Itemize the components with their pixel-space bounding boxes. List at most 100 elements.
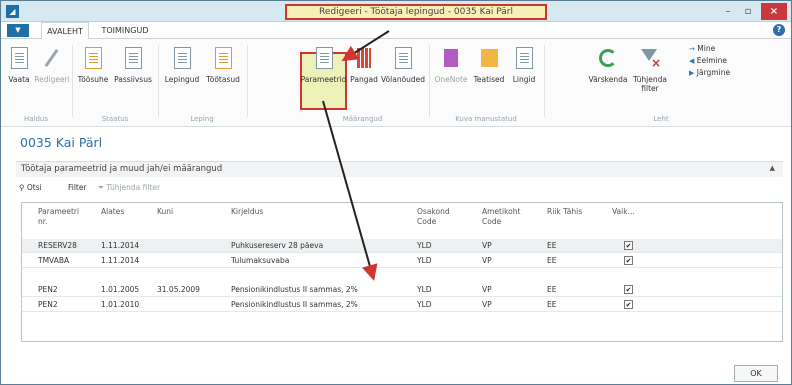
go-to-label: Mine xyxy=(697,44,716,53)
claims-icon xyxy=(390,46,416,72)
employment-button[interactable]: Töösuhe xyxy=(75,43,111,103)
cell-position: VP xyxy=(482,285,492,294)
salaries-button[interactable]: Töötasud xyxy=(203,43,243,103)
group-divider xyxy=(429,45,430,117)
ribbon: Vaata Redigeeri Haldus Töösuhe Passiivsu… xyxy=(1,39,791,127)
fasttab-header[interactable]: Töötaja parameetrid ja muud jah/ei määra… xyxy=(16,161,783,177)
find-label: Otsi xyxy=(26,183,42,192)
tab-avaleht[interactable]: AVALEHT xyxy=(41,22,89,40)
refresh-label: Värskenda xyxy=(588,75,628,84)
col-header-country[interactable]: Riik Tähis xyxy=(547,207,582,217)
cell-from: 1.01.2010 xyxy=(101,300,140,309)
default-checkbox[interactable]: ✔ xyxy=(624,285,633,294)
previous-icon: ◀ xyxy=(689,57,695,65)
col-header-param[interactable]: Parameetri nr. xyxy=(38,207,79,227)
table-row[interactable]: PEN2 1.01.2010 Pensionikindlustus II sam… xyxy=(22,298,782,312)
next-icon: ▶ xyxy=(689,69,695,77)
edit-button[interactable]: Redigeeri xyxy=(33,43,71,103)
group-leping: Leping xyxy=(190,115,214,123)
title-bar: ◢ Redigeeri - Töötaja lepingud - 0035 Ka… xyxy=(1,1,791,22)
go-to-link[interactable]: → Mine xyxy=(689,43,730,55)
contracts-button[interactable]: Lepingud xyxy=(161,43,203,103)
cell-from: 1.01.2005 xyxy=(101,285,140,294)
col-header-dept[interactable]: Osakond Code xyxy=(417,207,450,227)
debt-claims-label: Võlanõuded xyxy=(381,75,426,84)
cell-dept: YLD xyxy=(417,241,432,250)
clear-filter-text: Tühjenda filter xyxy=(106,183,161,192)
edit-window: ◢ Redigeeri - Töötaja lepingud - 0035 Ka… xyxy=(0,0,792,385)
close-icon[interactable]: × xyxy=(761,3,787,20)
cell-param: PEN2 xyxy=(38,285,58,294)
salary-icon xyxy=(210,46,236,72)
group-maarangud: Määrangud xyxy=(342,115,383,123)
cell-param: PEN2 xyxy=(38,300,58,309)
header-text: Code xyxy=(482,217,502,226)
cell-position: VP xyxy=(482,256,492,265)
cell-description: Pensionikindlustus II sammas, 2% xyxy=(231,300,358,309)
cell-dept: YLD xyxy=(417,256,432,265)
app-icon: ◢ xyxy=(6,5,19,18)
clear-filter-label-2: filter xyxy=(641,84,659,93)
default-checkbox[interactable]: ✔ xyxy=(624,256,633,265)
col-header-default[interactable]: Vaik... xyxy=(612,207,635,217)
group-kuva-manustatud: Kuva manustatud xyxy=(455,115,517,123)
debt-claims-button[interactable]: Võlanõuded xyxy=(381,43,425,103)
banks-button[interactable]: Pangad xyxy=(347,43,381,103)
cell-dept: YLD xyxy=(417,285,432,294)
edit-label: Redigeeri xyxy=(34,75,70,84)
minimize-icon[interactable]: – xyxy=(719,3,737,20)
view-button[interactable]: Vaata xyxy=(3,43,35,103)
view-icon xyxy=(6,46,32,72)
parameters-icon xyxy=(311,46,337,72)
maximize-icon[interactable]: ▫ xyxy=(739,3,757,20)
passivity-button[interactable]: Passiivsus xyxy=(111,43,155,103)
chevron-up-icon[interactable]: ▲ xyxy=(770,164,775,172)
header-text: Osakond xyxy=(417,207,450,216)
tab-toimingud[interactable]: TOIMINGUD xyxy=(95,22,155,39)
contract-icon xyxy=(169,46,195,72)
filter-button[interactable]: Filter xyxy=(68,183,87,192)
col-header-to[interactable]: Kuni xyxy=(157,207,173,217)
parameters-button[interactable]: Parameetrid xyxy=(300,43,347,103)
header-text: Code xyxy=(417,217,437,226)
note-icon xyxy=(476,46,502,72)
col-header-position[interactable]: Ametikoht Code xyxy=(482,207,520,227)
record-navigation: → Mine ◀ Eelmine ▶ Järgmine xyxy=(689,43,730,79)
refresh-button[interactable]: Värskenda xyxy=(586,43,630,103)
links-button[interactable]: Lingid xyxy=(508,43,540,103)
employment-label: Töösuhe xyxy=(77,75,109,84)
view-label: Vaata xyxy=(8,75,30,84)
notes-button[interactable]: Teatised xyxy=(470,43,508,103)
next-link[interactable]: ▶ Järgmine xyxy=(689,67,730,79)
cell-description: Tulumaksuvaba xyxy=(231,256,290,265)
arrow-right-icon: → xyxy=(689,45,695,53)
clear-filter-link[interactable]: ⏷ Tühjenda filter xyxy=(98,183,160,193)
salaries-label: Töötasud xyxy=(206,75,240,84)
clear-filter-button[interactable]: × Tühjenda filter xyxy=(630,43,670,103)
default-checkbox[interactable]: ✔ xyxy=(624,241,633,250)
group-leht: Leht xyxy=(653,115,669,123)
passivity-label: Passiivsus xyxy=(114,75,152,84)
table-row[interactable]: PEN2 1.01.2005 31.05.2009 Pensionikindlu… xyxy=(22,283,782,297)
funnel-icon: ⏷ xyxy=(98,183,104,192)
clear-filter-label: Tühjenda xyxy=(633,75,667,84)
ok-button[interactable]: OK xyxy=(734,365,778,382)
find-button[interactable]: ⚲ Otsi xyxy=(19,183,42,192)
bank-icon xyxy=(351,46,377,72)
group-divider xyxy=(158,45,159,117)
cell-country: EE xyxy=(547,256,557,265)
col-header-from[interactable]: Alates xyxy=(101,207,124,217)
previous-link[interactable]: ◀ Eelmine xyxy=(689,55,730,67)
cell-param: TMVABA xyxy=(38,256,70,265)
col-header-description[interactable]: Kirjeldus xyxy=(231,207,263,217)
app-menu-button[interactable]: ▼ xyxy=(7,24,29,37)
default-checkbox[interactable]: ✔ xyxy=(624,300,633,309)
group-haldus: Haldus xyxy=(23,115,49,123)
table-row[interactable]: TMVABA 1.11.2014 Tulumaksuvaba YLD VP EE… xyxy=(22,254,782,268)
table-row[interactable]: RESERV28 1.11.2014 Puhkusereserv 28 päev… xyxy=(22,239,782,253)
onenote-button[interactable]: OneNote xyxy=(432,43,470,103)
link-icon xyxy=(511,46,537,72)
cell-country: EE xyxy=(547,285,557,294)
cell-description: Puhkusereserv 28 päeva xyxy=(231,241,324,250)
help-icon[interactable]: ? xyxy=(773,24,785,36)
